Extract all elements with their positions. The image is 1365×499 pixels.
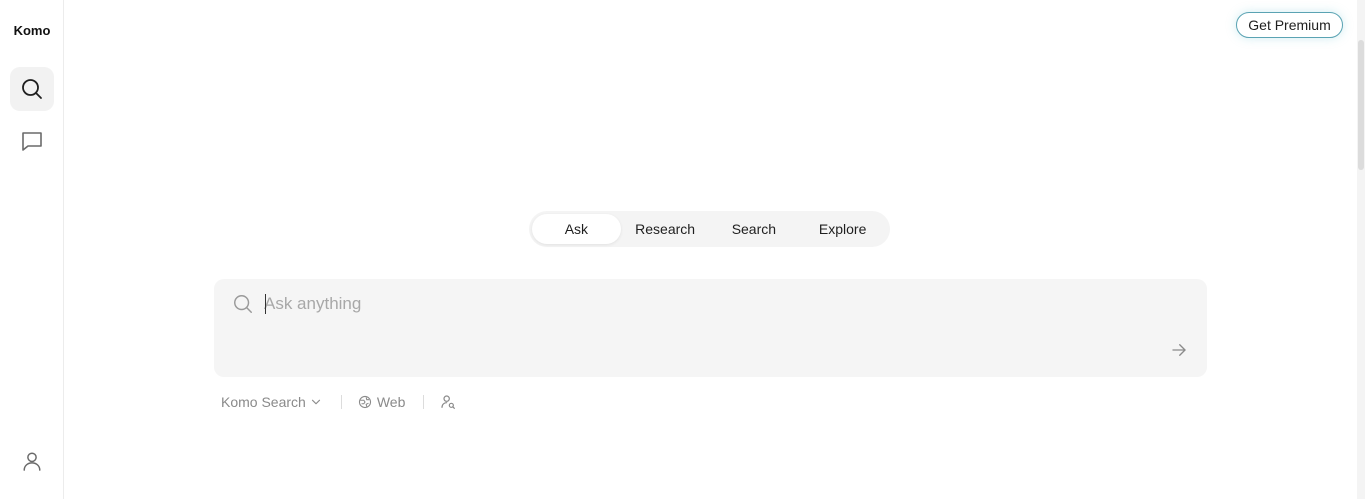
search-options: Komo Search Web: [221, 392, 456, 412]
search-box: [214, 279, 1207, 377]
brand-logo: Komo: [13, 23, 51, 38]
chat-icon: [22, 132, 42, 151]
divider: [340, 395, 342, 409]
source-label: Web: [376, 394, 406, 410]
engine-dropdown[interactable]: Komo Search: [221, 394, 323, 410]
search-field-icon: [232, 293, 254, 315]
sidebar-chat-button[interactable]: [10, 119, 54, 163]
user-icon: [23, 452, 41, 471]
scrollbar-thumb[interactable]: [1358, 40, 1364, 170]
search-input[interactable]: [264, 291, 1144, 317]
tab-ask[interactable]: Ask: [532, 214, 621, 244]
scrollbar[interactable]: [1357, 0, 1365, 499]
tab-research[interactable]: Research: [621, 214, 710, 244]
globe-icon: [358, 395, 371, 409]
tab-explore[interactable]: Explore: [798, 214, 887, 244]
search-icon: [234, 295, 252, 313]
get-premium-button[interactable]: Get Premium: [1236, 12, 1343, 38]
sidebar-search-button[interactable]: [10, 67, 54, 111]
source-web-toggle[interactable]: Web: [358, 394, 406, 410]
engine-label: Komo Search: [221, 394, 306, 410]
user-search-icon: [441, 395, 456, 409]
search-icon: [22, 79, 42, 99]
divider: [423, 395, 425, 409]
chevron-down-icon: [311, 399, 320, 405]
tab-search[interactable]: Search: [710, 214, 799, 244]
arrow-right-icon: [1172, 344, 1186, 356]
app-root: Komo Get Premium Ask Research Search Exp…: [0, 0, 1365, 499]
text-caret: [265, 294, 266, 314]
persona-button[interactable]: [440, 394, 456, 410]
sidebar: Komo: [0, 0, 64, 499]
mode-tabs: Ask Research Search Explore: [529, 211, 890, 247]
sidebar-profile-button[interactable]: [10, 439, 54, 483]
submit-button[interactable]: [1167, 338, 1191, 362]
